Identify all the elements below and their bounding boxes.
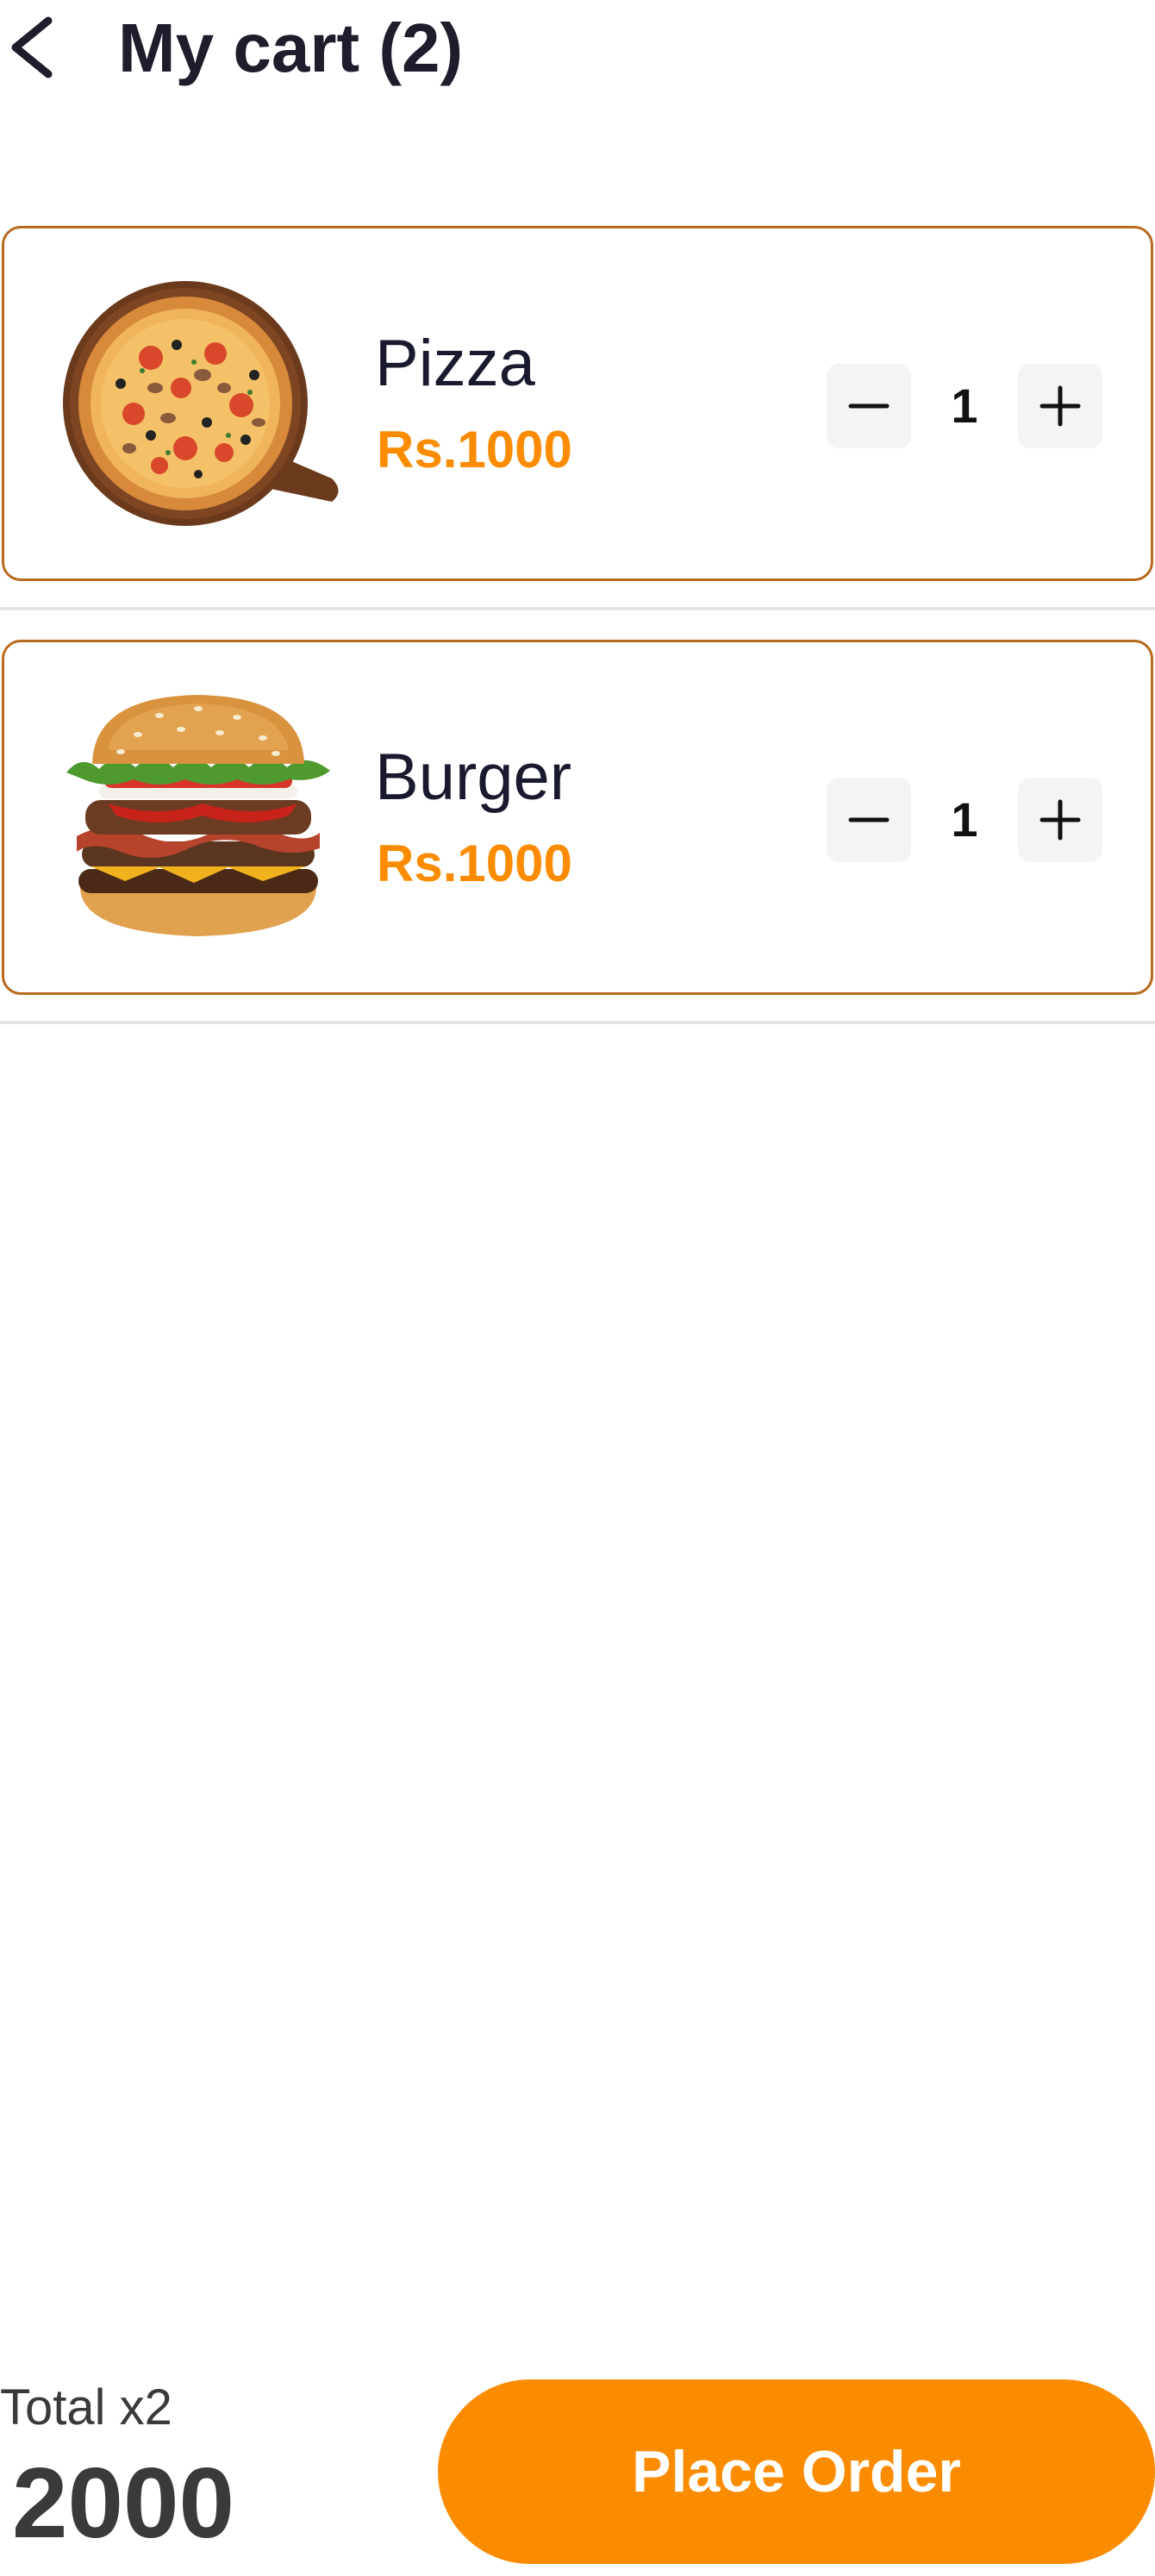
item-divider [0, 607, 1155, 610]
checkout-bar: Total x2 2000 Place Order [0, 2362, 1155, 2576]
back-button[interactable] [3, 9, 64, 86]
place-order-button[interactable]: Place Order [438, 2379, 1155, 2564]
burger-image [56, 690, 340, 948]
plus-icon [1040, 385, 1081, 427]
increase-quantity-button[interactable] [1018, 364, 1102, 448]
item-divider [0, 1021, 1155, 1024]
cart-item-pizza: Pizza Rs.1000 1 [2, 226, 1153, 581]
increase-quantity-button[interactable] [1018, 778, 1102, 862]
page-title: My cart (2) [118, 9, 464, 86]
item-price: Rs.1000 [377, 835, 572, 892]
minus-icon [848, 403, 890, 409]
plus-icon [1040, 799, 1081, 841]
decrease-quantity-button[interactable] [827, 364, 911, 448]
total-label: Total x2 [0, 2379, 172, 2435]
chevron-left-icon [11, 16, 53, 78]
quantity-value: 1 [951, 792, 978, 847]
item-name: Burger [375, 741, 572, 814]
item-name: Pizza [375, 327, 535, 400]
item-price: Rs.1000 [377, 421, 572, 478]
decrease-quantity-button[interactable] [827, 778, 911, 862]
pizza-image [56, 276, 340, 535]
quantity-value: 1 [951, 378, 978, 433]
cart-item-burger: Burger Rs.1000 1 [2, 640, 1153, 995]
app-header: My cart (2) [0, 0, 1155, 95]
minus-icon [848, 817, 890, 822]
total-value: 2000 [12, 2447, 235, 2559]
